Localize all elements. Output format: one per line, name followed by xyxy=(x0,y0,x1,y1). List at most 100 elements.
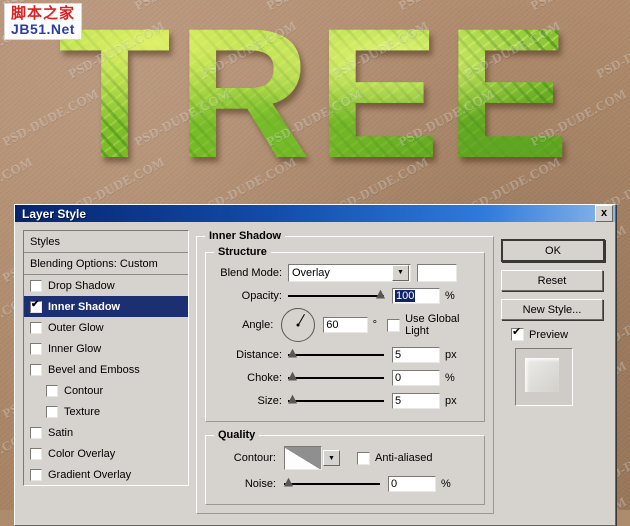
style-enable-checkbox[interactable] xyxy=(30,342,42,355)
noise-unit: % xyxy=(441,477,451,490)
blend-mode-row: Blend Mode: Overlay ▼ xyxy=(214,262,476,283)
size-input[interactable]: 5 xyxy=(392,392,440,409)
contour-row: Contour: ▼ Anti-aliased xyxy=(214,445,476,471)
blend-mode-value: Overlay xyxy=(292,266,330,279)
angle-dial-center xyxy=(296,323,300,327)
use-global-light-checkbox[interactable] xyxy=(387,318,401,332)
dialog-titlebar[interactable]: Layer Style x xyxy=(15,205,615,222)
style-list-item-outer-glow[interactable]: Outer Glow xyxy=(24,317,188,338)
style-list-item-label: Texture xyxy=(64,405,101,418)
distance-label: Distance: xyxy=(236,348,282,361)
angle-label: Angle: xyxy=(242,319,274,331)
structure-legend: Structure xyxy=(218,246,267,258)
style-list-item-label: Color Overlay xyxy=(48,447,116,460)
choke-input[interactable]: 0 xyxy=(392,369,440,386)
style-enable-checkbox[interactable] xyxy=(30,279,42,292)
style-enable-checkbox[interactable] xyxy=(30,299,42,313)
style-list-item-label: Bevel and Emboss xyxy=(48,363,140,376)
distance-row: Distance: 5 px xyxy=(214,344,476,365)
reset-button[interactable]: Reset xyxy=(501,270,603,291)
noise-label: Noise: xyxy=(244,477,276,490)
style-enable-checkbox[interactable] xyxy=(30,468,42,481)
style-list-item-gradient-overlay[interactable]: Gradient Overlay xyxy=(24,464,188,485)
style-list-item-label: Inner Shadow xyxy=(48,300,121,313)
opacity-row: Opacity: 100 % xyxy=(214,285,476,306)
style-list-item-drop-shadow[interactable]: Drop Shadow xyxy=(24,275,188,296)
distance-slider-track xyxy=(288,353,384,356)
styles-list[interactable]: Styles Blending Options: Custom Drop Shado… xyxy=(23,230,189,486)
tree-word-art: TREE xyxy=(58,2,598,187)
noise-input[interactable]: 0 xyxy=(388,475,436,492)
noise-slider[interactable] xyxy=(284,477,380,491)
size-row: Size: 5 px xyxy=(214,390,476,411)
anti-aliased-checkbox[interactable] xyxy=(357,451,370,465)
chevron-down-icon[interactable]: ▼ xyxy=(392,264,409,281)
style-enable-checkbox[interactable] xyxy=(46,405,58,418)
style-enable-checkbox[interactable] xyxy=(46,384,58,397)
style-list-item-blending-options-custom[interactable]: Blending Options: Custom xyxy=(24,253,188,275)
style-list-item-label: Gradient Overlay xyxy=(48,468,132,481)
noise-row: Noise: 0 % xyxy=(214,473,476,494)
style-list-item-label: Blending Options: Custom xyxy=(30,257,158,270)
inner-shadow-group: Inner Shadow Structure Blend Mode: Overl… xyxy=(196,230,494,514)
dialog-buttons: OK Reset New Style... Preview xyxy=(501,230,609,514)
preview-checkbox[interactable] xyxy=(511,326,524,341)
opacity-slider-track xyxy=(288,294,384,297)
size-unit: px xyxy=(445,394,457,407)
settings-pane: Inner Shadow Structure Blend Mode: Overl… xyxy=(196,230,494,514)
noise-slider-track xyxy=(284,482,380,485)
style-list-item-label: Inner Glow xyxy=(48,342,102,355)
new-style-button[interactable]: New Style... xyxy=(501,299,603,320)
opacity-label: Opacity: xyxy=(241,289,282,302)
size-label: Size: xyxy=(257,394,282,407)
watermark-text: PSD-DUDE.COM xyxy=(594,17,630,82)
style-list-item-color-overlay[interactable]: Color Overlay xyxy=(24,443,188,464)
style-list-item-inner-shadow[interactable]: Inner Shadow xyxy=(24,296,188,317)
preview-row: Preview xyxy=(511,326,609,341)
dialog-title: Layer Style xyxy=(22,206,87,221)
preview-thumbnail xyxy=(515,348,573,406)
opacity-slider[interactable] xyxy=(288,289,385,303)
style-enable-checkbox[interactable] xyxy=(30,426,42,439)
structure-group: Structure Blend Mode: Overlay ▼ Opacity: xyxy=(205,246,485,422)
shadow-color-swatch[interactable] xyxy=(417,263,457,282)
style-list-item-inner-glow[interactable]: Inner Glow xyxy=(24,338,188,359)
site-logo-cn: 脚本之家 xyxy=(11,4,76,22)
anti-aliased-label: Anti-aliased xyxy=(375,452,433,464)
preview-label: Preview xyxy=(529,328,569,341)
site-logo-en: JB51.Net xyxy=(11,20,75,37)
opacity-input[interactable]: 100 xyxy=(392,287,440,304)
angle-dial[interactable] xyxy=(281,308,316,342)
opacity-unit: % xyxy=(445,289,455,302)
dialog-body: Styles Blending Options: Custom Drop Shado… xyxy=(15,222,615,514)
style-list-item-satin[interactable]: Satin xyxy=(24,422,188,443)
style-list-item-label: Contour xyxy=(64,384,104,397)
quality-legend: Quality xyxy=(218,429,256,441)
quality-group: Quality Contour: ▼ Anti-aliased Noise: 0… xyxy=(205,429,485,505)
size-slider-track xyxy=(288,399,384,402)
style-enable-checkbox[interactable] xyxy=(30,321,42,334)
contour-swatch[interactable] xyxy=(284,446,322,470)
blend-mode-select[interactable]: Overlay ▼ xyxy=(288,263,411,282)
style-list-item-bevel-and-emboss[interactable]: Bevel and Emboss xyxy=(24,359,188,380)
style-enable-checkbox[interactable] xyxy=(30,447,42,460)
site-logo-watermark: 脚本之家 JB51.Net xyxy=(4,3,83,41)
distance-slider[interactable] xyxy=(288,348,384,362)
choke-row: Choke: 0 % xyxy=(214,367,476,388)
style-list-item-contour[interactable]: Contour xyxy=(24,380,188,401)
style-list-item-label: Outer Glow xyxy=(48,321,104,334)
inner-shadow-group-title: Inner Shadow xyxy=(209,230,282,242)
style-list-item-styles[interactable]: Styles xyxy=(24,231,188,253)
choke-slider[interactable] xyxy=(288,371,384,385)
styles-column: Styles Blending Options: Custom Drop Shado… xyxy=(23,230,189,514)
close-icon[interactable]: x xyxy=(595,205,613,222)
style-enable-checkbox[interactable] xyxy=(30,363,42,376)
contour-chevron-down-icon[interactable]: ▼ xyxy=(323,450,340,466)
distance-input[interactable]: 5 xyxy=(392,346,440,363)
ok-button[interactable]: OK xyxy=(501,239,605,262)
angle-input[interactable]: 60 xyxy=(323,317,368,333)
opacity-value: 100 xyxy=(395,289,416,302)
size-slider[interactable] xyxy=(288,394,384,408)
choke-slider-track xyxy=(288,376,384,379)
style-list-item-texture[interactable]: Texture xyxy=(24,401,188,422)
